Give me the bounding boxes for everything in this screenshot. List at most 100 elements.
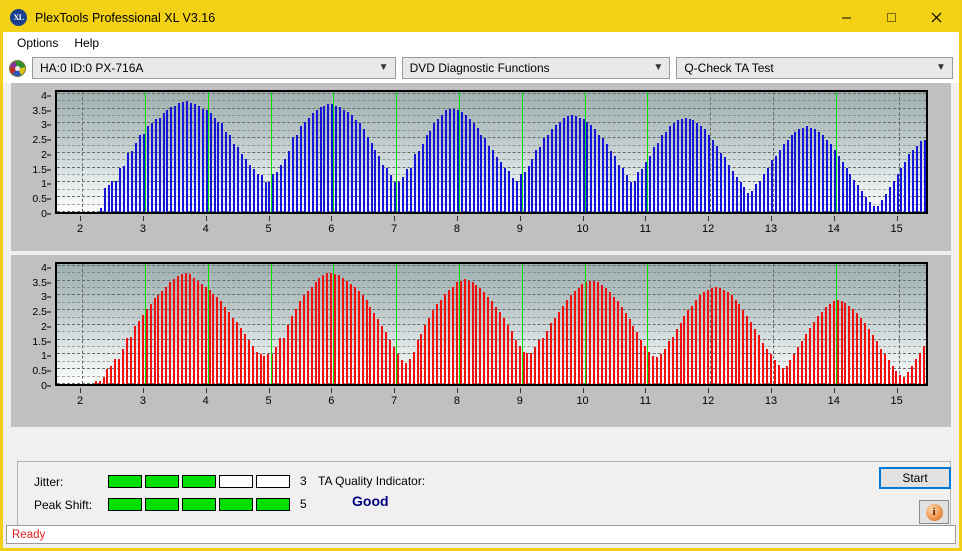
chart-bar	[551, 129, 554, 212]
chart-bar	[875, 341, 878, 384]
menu-item-help[interactable]: Help	[66, 34, 107, 52]
peak-shift-label: Peak Shift:	[34, 498, 93, 512]
chart-bar	[255, 351, 258, 384]
ta-quality-label: TA Quality Indicator:	[318, 474, 426, 488]
start-button[interactable]: Start	[879, 467, 951, 489]
chart-bar	[865, 197, 868, 212]
chart-bar	[243, 333, 246, 384]
x-axis-tick-label: 2	[77, 395, 84, 407]
chart-bar	[765, 348, 768, 384]
chart-bar	[123, 166, 126, 212]
chart-bar	[703, 292, 706, 384]
charts-container: 0 0.5 1 1.5 2 2.5 3 3.5 4 2 3 4 5 6 7 8 9 10 11 12 13 14 15 0…	[3, 83, 959, 427]
chart-bar	[769, 354, 772, 384]
test-select[interactable]: Q-Check TA Test ▼	[676, 57, 953, 79]
meter-segment	[219, 498, 253, 511]
x-axis-tick	[205, 216, 207, 221]
y-axis-tick-label: 3.5	[32, 104, 47, 117]
chart-bar	[463, 279, 466, 384]
chart-bar	[586, 121, 589, 212]
chart-bar	[806, 126, 809, 212]
chart-bar	[118, 358, 121, 384]
title-bar: XL PlexTools Professional XL V3.16	[3, 3, 959, 32]
chart-bar	[339, 107, 342, 212]
marker-line	[144, 264, 146, 384]
chart-bar	[793, 354, 796, 384]
jitter-value: 3	[300, 474, 307, 488]
chart-bar	[708, 135, 711, 212]
chart-bar	[500, 161, 503, 212]
chart-bar	[687, 310, 690, 384]
chart-bar	[652, 355, 655, 384]
function-select[interactable]: DVD Diagnostic Functions ▼	[401, 57, 671, 79]
chart-bar	[577, 288, 580, 384]
drive-select[interactable]: HA:0 ID:0 PX-716A ▼	[32, 57, 396, 79]
y-axis-tick	[47, 282, 51, 284]
x-axis-tick-label: 14	[827, 223, 840, 235]
peak-shift-meter	[108, 498, 290, 511]
chart-bar	[719, 152, 722, 212]
chart-bar	[165, 286, 168, 384]
chart-bar	[565, 299, 568, 384]
chart-bar	[561, 305, 564, 384]
chart-bar	[400, 360, 403, 384]
chart-bar	[188, 274, 191, 384]
x-axis-tick-label: 9	[516, 395, 523, 407]
maximize-button[interactable]	[869, 3, 914, 32]
chart-bar	[527, 166, 530, 212]
chart-bar	[146, 126, 149, 212]
chart-bar	[404, 363, 407, 384]
marker-line	[396, 92, 398, 212]
y-axis-tick	[47, 296, 51, 298]
chart-bar	[841, 161, 844, 212]
window-title: PlexTools Professional XL V3.16	[35, 10, 216, 25]
close-button[interactable]	[914, 3, 959, 32]
chart-bar	[852, 308, 855, 384]
chart-bar	[683, 316, 686, 384]
chart-bar	[251, 345, 254, 384]
chart-bar	[633, 181, 636, 212]
chart-bar	[459, 280, 462, 384]
chart-bar	[208, 289, 211, 384]
chart-bar	[228, 311, 231, 384]
chart-bar	[319, 107, 322, 212]
chart-bar	[820, 311, 823, 384]
chart-bar	[433, 123, 436, 212]
chart-bar	[412, 351, 415, 384]
chart-bar	[598, 135, 601, 212]
chart-bar	[550, 323, 553, 384]
chart-bar	[731, 170, 734, 212]
peak-shift-value: 5	[300, 497, 307, 511]
chart-bar	[624, 313, 627, 384]
chart-bar	[818, 132, 821, 212]
chart-bar	[133, 326, 136, 384]
chart-bar	[366, 136, 369, 212]
chart-bar	[621, 167, 624, 212]
chart-bar	[684, 117, 687, 212]
x-axis-tick	[519, 216, 521, 221]
chart-bar	[350, 114, 353, 212]
chart-bar	[785, 366, 788, 384]
jitter-chart-bars	[57, 92, 926, 212]
marker-line	[333, 92, 335, 212]
x-axis-tick-label: 7	[391, 395, 398, 407]
chart-bar	[408, 358, 411, 384]
chart-bar	[695, 299, 698, 384]
chart-bar	[727, 164, 730, 212]
meter-segment	[256, 498, 290, 511]
chart-bar	[436, 304, 439, 384]
chart-bar	[464, 114, 467, 212]
x-axis-tick	[896, 216, 898, 221]
info-button[interactable]: i	[919, 500, 949, 524]
minimize-button[interactable]	[824, 3, 869, 32]
chart-bar	[641, 169, 644, 212]
chart-bar	[393, 347, 395, 384]
menu-item-options[interactable]: Options	[9, 34, 66, 52]
chart-bar	[169, 282, 172, 384]
chart-bar	[135, 142, 138, 212]
chart-bar	[688, 119, 691, 212]
chart-bar	[625, 175, 628, 212]
y-axis-tick	[47, 326, 51, 328]
chart-bar	[484, 138, 487, 212]
chart-bar	[235, 322, 238, 384]
